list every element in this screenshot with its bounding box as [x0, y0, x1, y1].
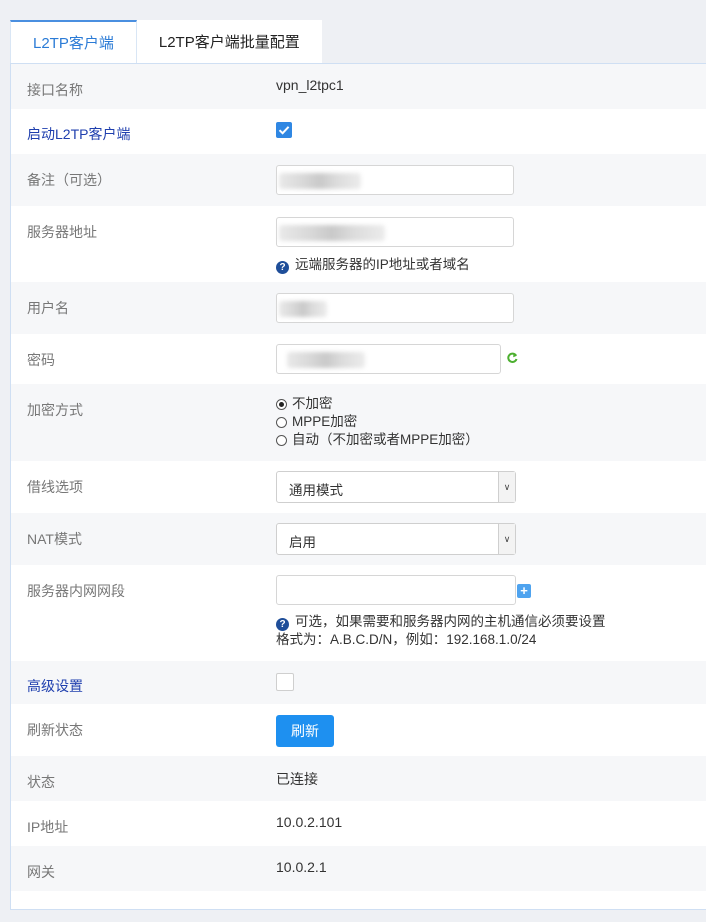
- encryption-option-auto[interactable]: 自动（不加密或者MPPE加密）: [276, 431, 479, 449]
- chevron-down-icon[interactable]: ∨: [498, 524, 515, 554]
- line-borrow-label: 借线选项: [27, 479, 83, 495]
- form-panel: 接口名称 vpn_l2tpc1 启动L2TP客户端 备注（可选） 服务器地址 ?…: [10, 63, 706, 910]
- chevron-down-icon[interactable]: ∨: [498, 472, 515, 502]
- tab-bar: L2TP客户端 L2TP客户端批量配置: [10, 20, 322, 64]
- server-subnet-format-text: 格式为：A.B.C.D/N，例如：192.168.1.0/24: [276, 632, 537, 647]
- help-icon: ?: [276, 618, 289, 631]
- enable-label: 启动L2TP客户端: [27, 126, 131, 142]
- check-icon: [278, 126, 290, 135]
- radio-button[interactable]: [276, 434, 287, 446]
- row-interface-name: 接口名称 vpn_l2tpc1: [11, 64, 706, 109]
- row-username: 用户名: [11, 282, 706, 334]
- row-password: 密码: [11, 334, 706, 384]
- refresh-status-label: 刷新状态: [27, 722, 83, 738]
- tab-l2tp-batch-config[interactable]: L2TP客户端批量配置: [136, 20, 322, 64]
- ip-address-value: 10.0.2.101: [276, 814, 343, 830]
- refresh-button[interactable]: 刷新: [276, 715, 334, 747]
- server-subnet-hint: ? 可选，如果需要和服务器内网的主机通信必须要设置 格式为：A.B.C.D/N，例…: [276, 613, 606, 649]
- row-server-subnet: 服务器内网网段 + ? 可选，如果需要和服务器内网的主机通信必须要设置 格式为：A…: [11, 565, 706, 661]
- interface-name-value: vpn_l2tpc1: [276, 77, 344, 93]
- interface-name-label: 接口名称: [27, 82, 83, 98]
- gateway-label: 网关: [27, 864, 55, 880]
- row-advanced: 高级设置: [11, 661, 706, 704]
- generate-password-icon[interactable]: [506, 351, 518, 364]
- server-address-label: 服务器地址: [27, 224, 97, 240]
- status-value: 已连接: [276, 771, 318, 787]
- row-ip-address: IP地址 10.0.2.101: [11, 801, 706, 846]
- username-label: 用户名: [27, 300, 69, 316]
- redacted-text: [279, 301, 327, 317]
- radio-label: 不加密: [292, 396, 333, 411]
- row-line-borrow: 借线选项 通用模式 ∨: [11, 461, 706, 513]
- advanced-checkbox[interactable]: [276, 673, 294, 691]
- status-label: 状态: [27, 774, 55, 790]
- radio-button[interactable]: [276, 416, 287, 428]
- encryption-label: 加密方式: [27, 402, 83, 418]
- row-remark: 备注（可选）: [11, 154, 706, 206]
- redacted-text: [287, 352, 365, 368]
- ip-address-label: IP地址: [27, 819, 69, 835]
- row-encryption: 加密方式 不加密 MPPE加密 自动（不加密或者MPPE加密）: [11, 384, 706, 461]
- server-subnet-input[interactable]: [276, 575, 516, 605]
- server-subnet-label: 服务器内网网段: [27, 583, 125, 599]
- server-address-hint-text: 远端服务器的IP地址或者域名: [295, 257, 470, 272]
- advanced-label: 高级设置: [27, 678, 83, 694]
- row-refresh-status: 刷新状态 刷新: [11, 704, 706, 756]
- encryption-option-mppe[interactable]: MPPE加密: [276, 413, 479, 431]
- row-enable: 启动L2TP客户端: [11, 109, 706, 154]
- row-server-address: 服务器地址 ? 远端服务器的IP地址或者域名: [11, 206, 706, 282]
- redacted-text: [279, 173, 361, 189]
- server-subnet-hint-text: 可选，如果需要和服务器内网的主机通信必须要设置: [295, 614, 606, 629]
- row-gateway: 网关 10.0.2.1: [11, 846, 706, 891]
- nat-mode-label: NAT模式: [27, 531, 82, 547]
- radio-label: 自动（不加密或者MPPE加密）: [292, 432, 479, 447]
- add-icon[interactable]: +: [517, 584, 531, 598]
- enable-checkbox[interactable]: [276, 122, 292, 138]
- radio-label: MPPE加密: [292, 414, 358, 429]
- row-status: 状态 已连接: [11, 756, 706, 801]
- password-label: 密码: [27, 352, 55, 368]
- line-borrow-select[interactable]: 通用模式 ∨: [276, 471, 516, 503]
- password-input[interactable]: [276, 344, 501, 374]
- encryption-option-none[interactable]: 不加密: [276, 395, 479, 413]
- server-address-hint: ? 远端服务器的IP地址或者域名: [276, 256, 470, 274]
- nat-mode-select[interactable]: 启用 ∨: [276, 523, 516, 555]
- encryption-radio-group: 不加密 MPPE加密 自动（不加密或者MPPE加密）: [276, 395, 479, 449]
- tab-l2tp-client[interactable]: L2TP客户端: [10, 20, 137, 64]
- line-borrow-selected: 通用模式: [289, 483, 343, 498]
- remark-label: 备注（可选）: [27, 172, 111, 188]
- server-address-input[interactable]: [276, 217, 514, 247]
- username-input[interactable]: [276, 293, 514, 323]
- radio-button[interactable]: [276, 398, 287, 410]
- nat-mode-selected: 启用: [289, 535, 316, 550]
- gateway-value: 10.0.2.1: [276, 859, 327, 875]
- redacted-text: [279, 225, 385, 241]
- help-icon: ?: [276, 261, 289, 274]
- row-nat-mode: NAT模式 启用 ∨: [11, 513, 706, 565]
- remark-input[interactable]: [276, 165, 514, 195]
